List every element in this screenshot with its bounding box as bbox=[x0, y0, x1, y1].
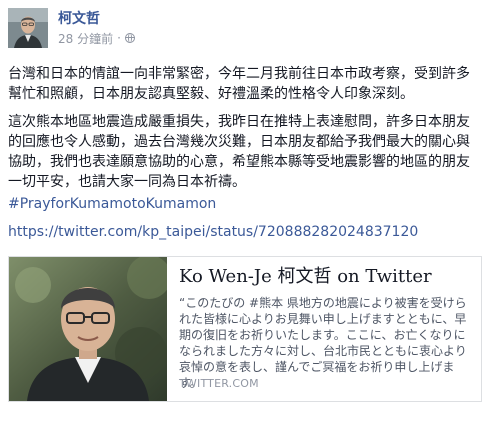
post-paragraph-1: 台灣和日本的情誼一向非常緊密，今年二月我前往日本市政考察，受到許多幫忙和照顧，日… bbox=[8, 66, 470, 102]
link-preview-card[interactable]: Ko Wen-Je 柯文哲 on Twitter “このたびの #熊本 県地方の… bbox=[8, 256, 482, 402]
avatar[interactable] bbox=[8, 8, 48, 48]
facebook-post: 柯文哲 28 分鐘前 · 台灣和日本的情誼一向非常緊密，今年二月我前往日本市政考… bbox=[0, 0, 490, 423]
link-preview-domain: TWITTER.COM bbox=[179, 377, 259, 390]
link-preview-body: Ko Wen-Je 柯文哲 on Twitter “このたびの #熊本 県地方の… bbox=[179, 257, 477, 401]
meta-separator: · bbox=[117, 31, 121, 45]
hashtag-link[interactable]: #PrayforKumamotoKumamon bbox=[8, 194, 216, 214]
post-timestamp[interactable]: 28 分鐘前 bbox=[58, 30, 113, 47]
twitter-status-link[interactable]: https://twitter.com/kp_taipei/status/720… bbox=[8, 222, 418, 242]
post-meta: 28 分鐘前 · bbox=[58, 30, 135, 46]
globe-icon[interactable] bbox=[124, 33, 135, 43]
link-preview-title[interactable]: Ko Wen-Je 柯文哲 on Twitter bbox=[179, 265, 432, 289]
link-preview-image bbox=[9, 257, 167, 401]
post-paragraph-2: 這次熊本地區地震造成嚴重損失，我昨日在推特上表達慰問，許多日本朋友的回應也令人感… bbox=[8, 114, 470, 190]
portrait-photo bbox=[9, 257, 167, 401]
author-name[interactable]: 柯文哲 bbox=[58, 10, 100, 28]
profile-photo bbox=[8, 8, 48, 48]
